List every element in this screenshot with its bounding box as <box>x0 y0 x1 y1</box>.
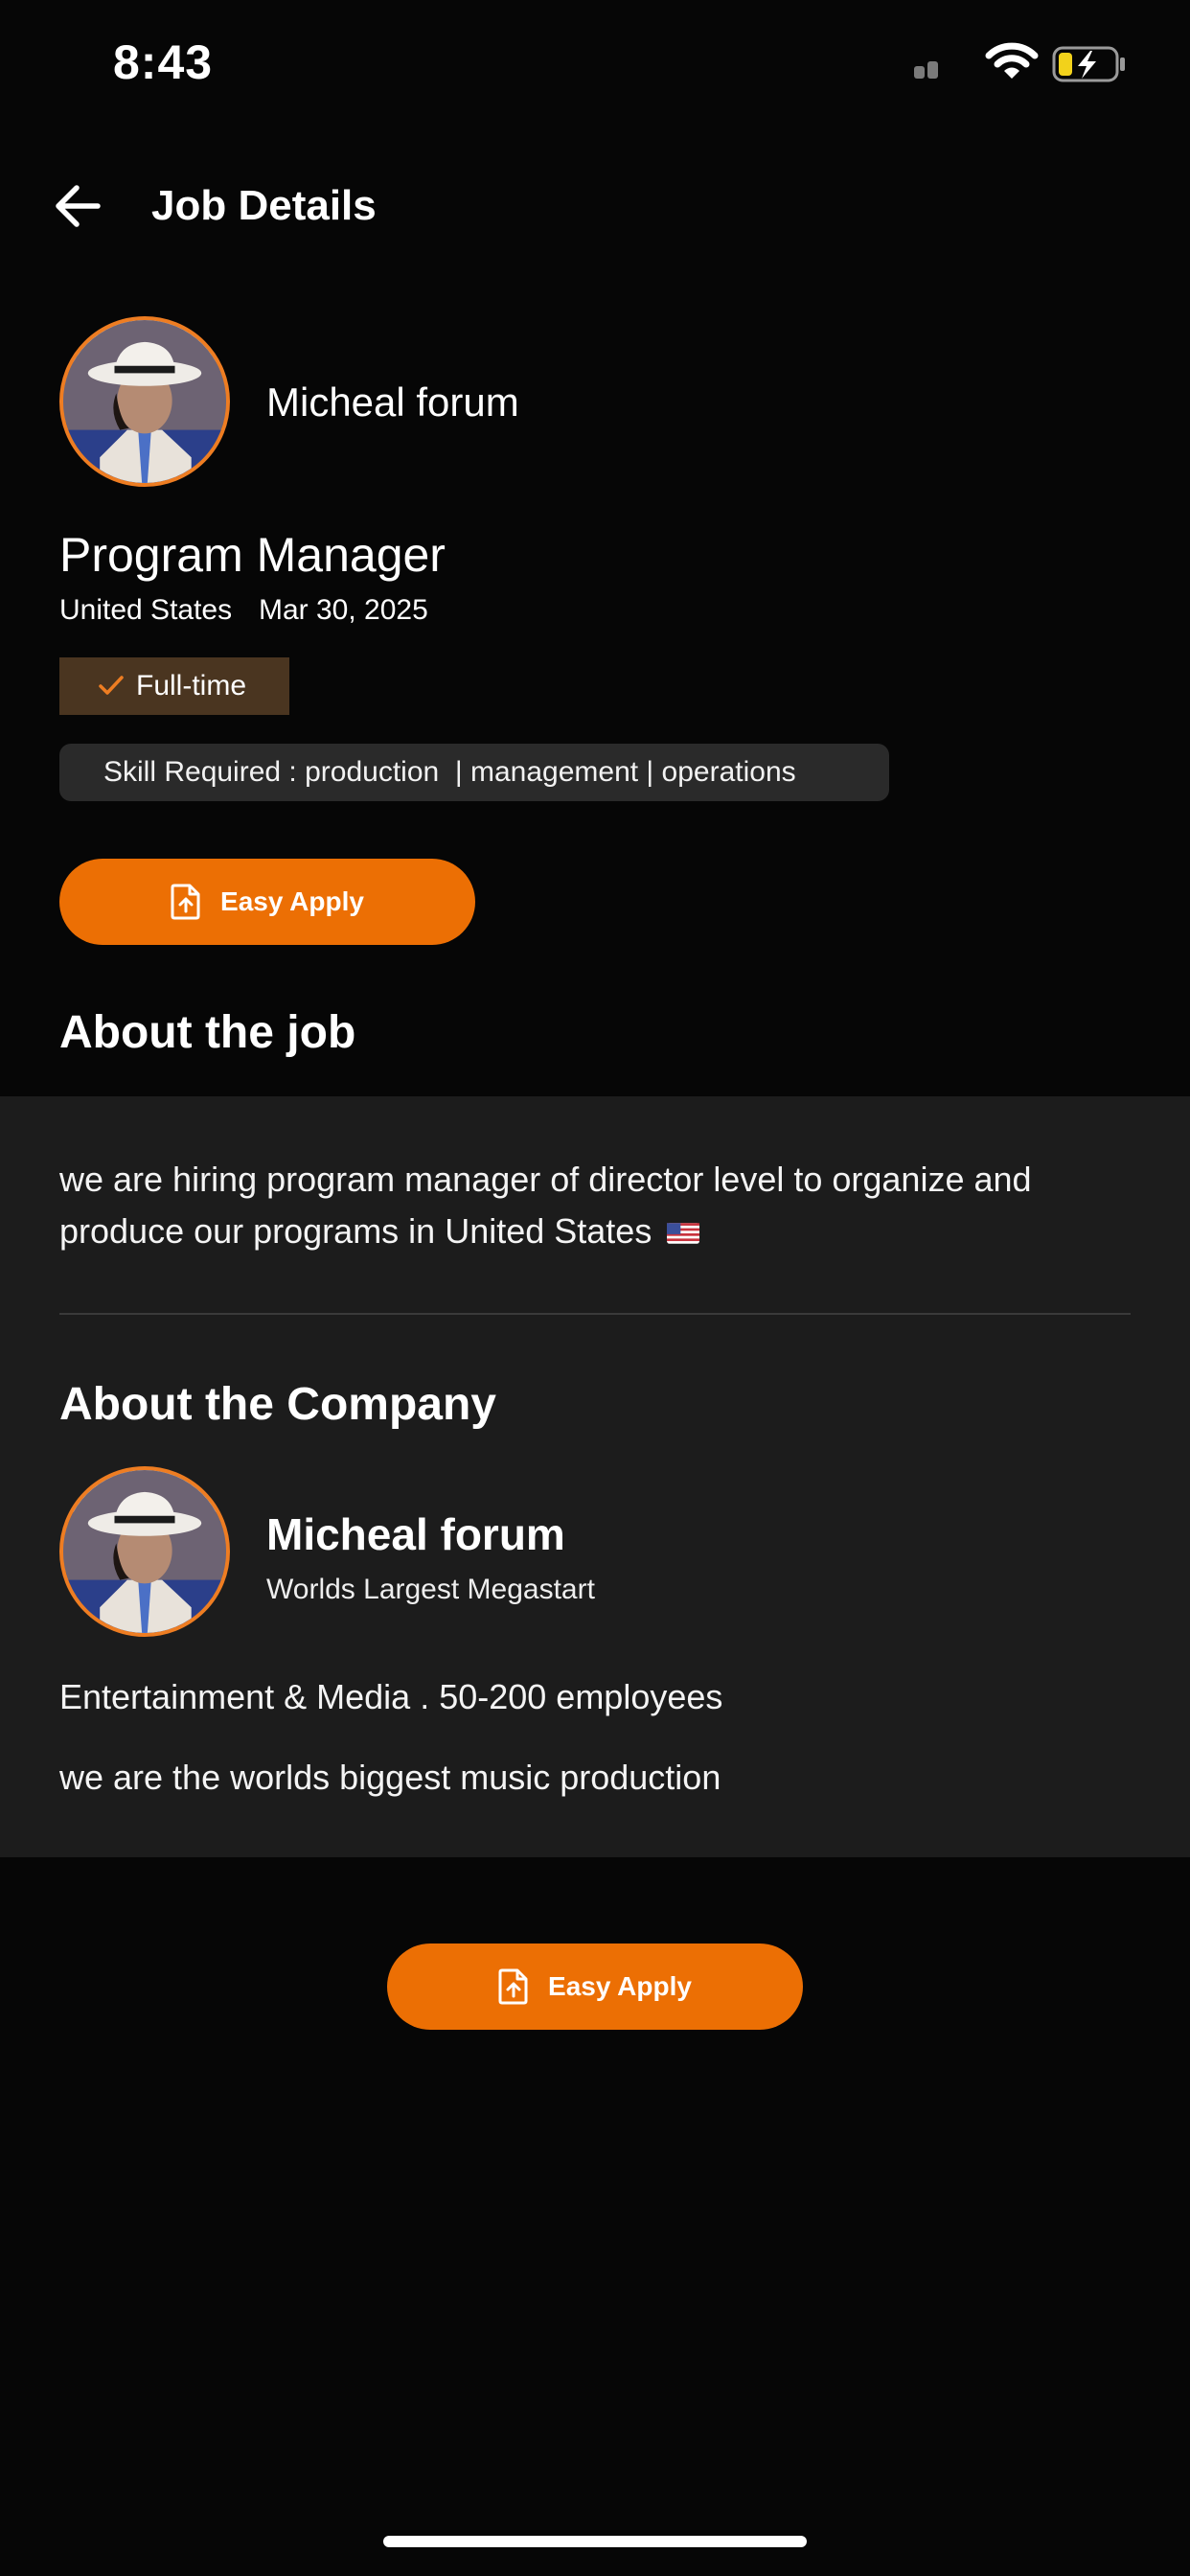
section-divider <box>59 1313 1131 1315</box>
about-company-heading: About the Company <box>59 1379 496 1430</box>
company-logo-avatar <box>59 1466 230 1637</box>
wifi-icon <box>985 42 1039 82</box>
page-title: Job Details <box>151 182 377 229</box>
company-name[interactable]: Micheal forum <box>266 1508 565 1560</box>
skills-required: Skill Required : production | management… <box>59 744 889 801</box>
job-location: United States <box>59 594 233 626</box>
job-posted-date: Mar 30, 2025 <box>259 594 428 626</box>
company-description: we are the worlds biggest music producti… <box>59 1758 721 1797</box>
about-job-heading: About the job <box>59 1007 356 1058</box>
company-industry-size: Entertainment & Media . 50-200 employees <box>59 1677 723 1716</box>
easy-apply-label: Easy Apply <box>220 886 364 916</box>
arrow-left-icon <box>56 185 101 227</box>
company-avatar <box>59 316 230 487</box>
cellular-signal-icon <box>914 59 939 79</box>
file-upload-icon <box>498 1968 528 2005</box>
job-company-name[interactable]: Micheal forum <box>266 380 519 426</box>
company-tagline: Worlds Largest Megastart <box>266 1574 595 1605</box>
easy-apply-button[interactable]: Easy Apply <box>59 859 475 945</box>
back-button[interactable] <box>52 182 105 230</box>
checkmark-icon <box>99 676 124 695</box>
easy-apply-bottom-button[interactable]: Easy Apply <box>387 1944 803 2030</box>
job-title: Program Manager <box>59 528 446 582</box>
employment-type-label: Full-time <box>136 670 247 702</box>
us-flag-icon <box>667 1223 700 1244</box>
file-upload-icon <box>171 884 200 920</box>
easy-apply-bottom-label: Easy Apply <box>548 1971 692 2001</box>
battery-charging-icon <box>1052 46 1127 82</box>
job-description-text: we are hiring program manager of directo… <box>59 1160 1032 1251</box>
job-description: we are hiring program manager of directo… <box>59 1154 1133 1257</box>
home-indicator[interactable] <box>383 2536 807 2547</box>
status-time: 8:43 <box>113 35 214 89</box>
employment-type-chip: Full-time <box>59 657 289 715</box>
